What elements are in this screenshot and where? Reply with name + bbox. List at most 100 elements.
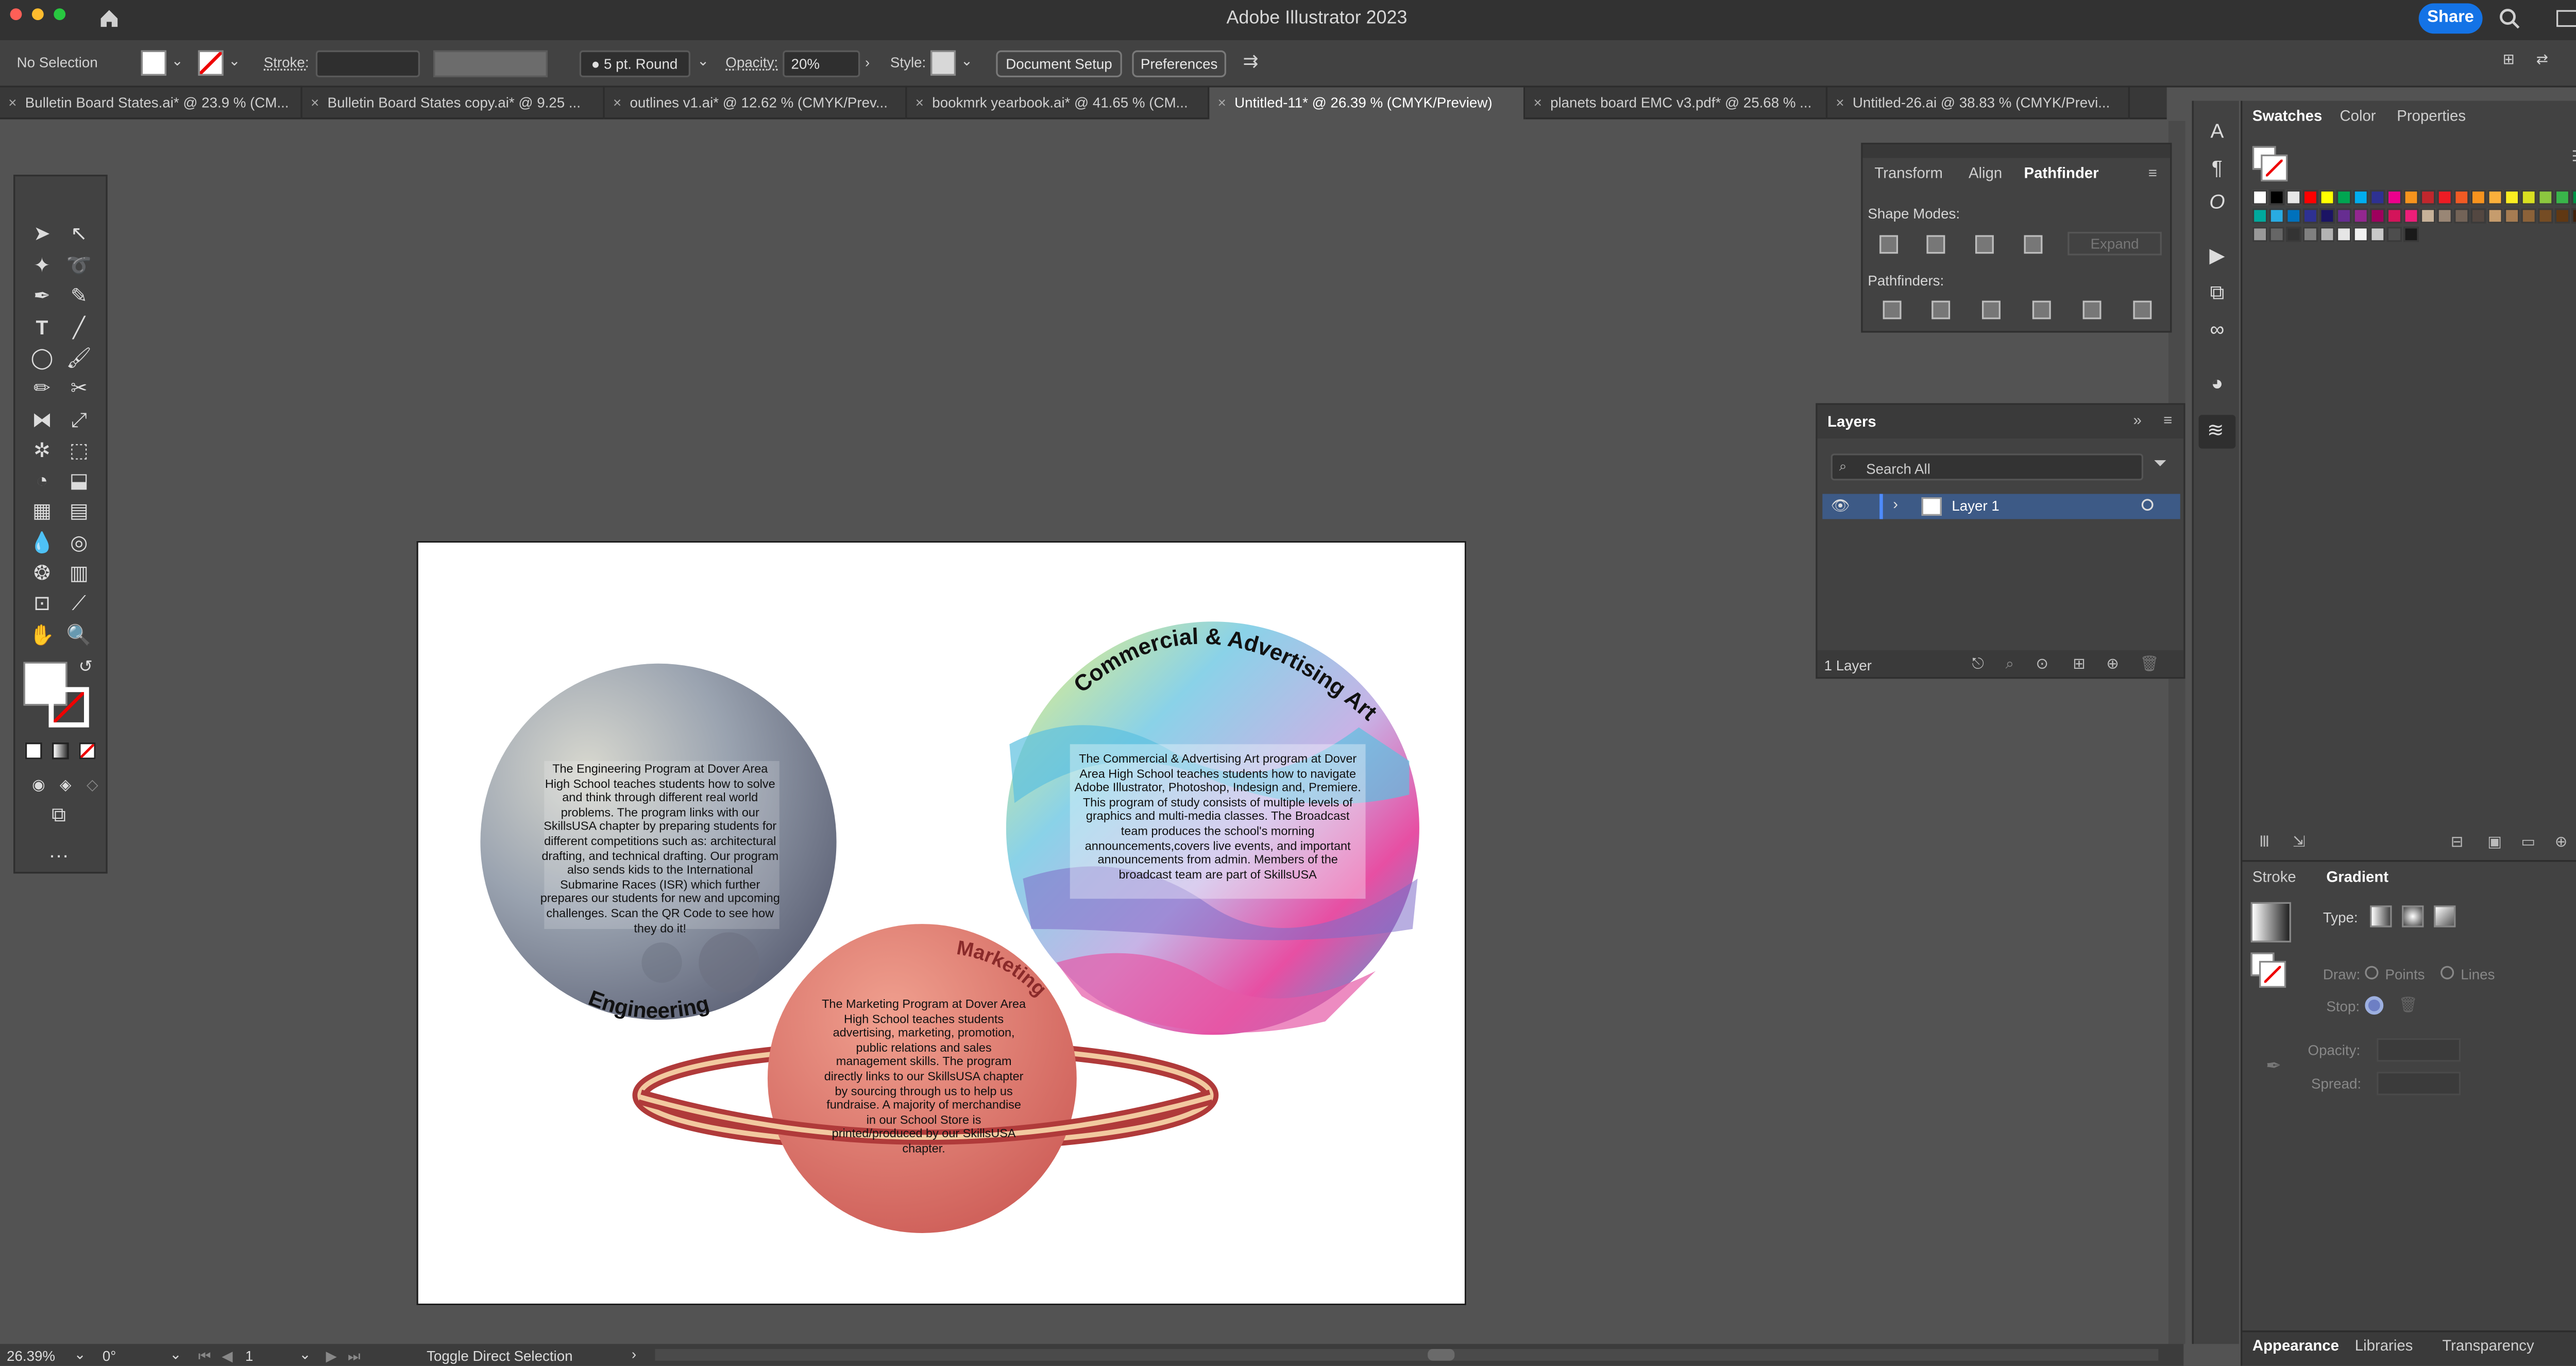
color-swatch[interactable] <box>2470 208 2486 224</box>
direct-selection-tool-icon[interactable]: ↖ <box>65 220 92 247</box>
color-swatch[interactable] <box>2252 190 2268 205</box>
color-swatch[interactable] <box>2252 227 2268 242</box>
artboard-tool-icon[interactable]: ⊡ <box>28 589 55 616</box>
place-swatch-icon[interactable]: ⇲ <box>2293 833 2306 852</box>
opacity-field[interactable]: 20% <box>783 50 860 77</box>
layer-name[interactable]: Layer 1 <box>1952 497 1999 514</box>
color-swatch[interactable] <box>2420 190 2436 205</box>
artboard[interactable]: Engineering Commercial & Advertising Art… <box>416 541 1467 1306</box>
color-swatch[interactable] <box>2571 190 2576 205</box>
color-swatch[interactable] <box>2319 227 2335 242</box>
panel-header[interactable] <box>1862 144 2171 158</box>
draw-behind-icon[interactable]: ◈ <box>52 771 79 798</box>
color-swatch[interactable] <box>2386 227 2402 242</box>
color-swatch[interactable] <box>2353 190 2368 205</box>
tab-gradient[interactable]: Gradient <box>2326 869 2388 886</box>
chevron-down-icon[interactable]: ⌄ <box>172 52 183 71</box>
doc-tab[interactable]: × outlines v1.ai* @ 12.62 % (CMYK/Prev... <box>605 87 907 120</box>
outline-icon[interactable] <box>2082 300 2102 319</box>
symbol-sprayer-tool-icon[interactable]: ❂ <box>28 560 55 586</box>
swatch-libraries-icon[interactable]: Ⅲ <box>2259 833 2269 852</box>
color-swatch[interactable] <box>2403 190 2419 205</box>
close-icon[interactable]: × <box>1836 94 1844 111</box>
stroke-swatch-small[interactable] <box>2259 960 2286 988</box>
color-swatch[interactable] <box>2403 227 2419 242</box>
search-icon[interactable] <box>2498 7 2521 30</box>
close-icon[interactable]: × <box>311 94 319 111</box>
doc-tab[interactable]: × planets board EMC v3.pdf* @ 25.68 % ... <box>1525 87 1828 120</box>
close-icon[interactable]: × <box>1218 94 1226 111</box>
actions-panel-icon[interactable]: ▶ <box>2204 242 2230 268</box>
unite-icon[interactable] <box>1879 235 1899 254</box>
chevron-right-icon[interactable]: › <box>1893 496 1898 513</box>
stroke-swatch-preview[interactable] <box>2261 154 2288 182</box>
color-swatch[interactable] <box>2571 208 2576 224</box>
linear-gradient-icon[interactable] <box>2370 905 2392 927</box>
variable-width-profile[interactable] <box>433 50 548 77</box>
points-radio[interactable] <box>2365 966 2379 980</box>
tab-align[interactable]: Align <box>1969 164 2002 181</box>
color-swatch[interactable] <box>2470 190 2486 205</box>
doc-tab-active[interactable]: × Untitled-11* @ 26.39 % (CMYK/Preview) <box>1209 87 1526 120</box>
gradient-preview[interactable] <box>2250 902 2291 942</box>
tab-pathfinder[interactable]: Pathfinder <box>2024 164 2099 181</box>
gradient-opacity-field[interactable] <box>2377 1038 2461 1062</box>
artboard-number[interactable]: 1 <box>245 1347 253 1364</box>
new-sublayer-icon[interactable]: ⊞ <box>2073 655 2086 673</box>
doc-tab[interactable]: × bookmrk yearbook.ai* @ 41.65 % (CM... <box>907 87 1210 120</box>
character-panel-icon[interactable]: A <box>2204 117 2230 144</box>
tab-stroke[interactable]: Stroke <box>2252 869 2296 886</box>
search-icon[interactable]: ⌕ <box>2006 655 2014 673</box>
lasso-tool-icon[interactable]: ➰ <box>65 252 92 279</box>
next-artboard-icon[interactable]: ▶ <box>326 1347 336 1366</box>
scrollbar-thumb[interactable] <box>1428 1348 1455 1361</box>
color-swatch[interactable] <box>2336 227 2352 242</box>
color-swatch[interactable] <box>2538 208 2553 224</box>
panel-menu-icon[interactable]: ≡ <box>2148 164 2157 181</box>
reflect-tool-icon[interactable]: ⧓ <box>28 407 55 433</box>
color-swatch[interactable] <box>2269 208 2284 224</box>
color-swatch[interactable] <box>2302 208 2318 224</box>
scale-tool-icon[interactable]: ⤢ <box>65 407 92 433</box>
layers-search-field[interactable]: ⌕ Search All <box>1831 453 2144 481</box>
preferences-button[interactable]: Preferences <box>1132 50 1226 77</box>
color-swatch[interactable] <box>2437 190 2452 205</box>
radial-gradient-icon[interactable] <box>2402 905 2424 927</box>
color-swatch[interactable] <box>2336 190 2352 205</box>
color-swatch[interactable] <box>2403 208 2419 224</box>
color-swatch[interactable] <box>2319 208 2335 224</box>
new-layer-icon[interactable]: ⊕ <box>2106 655 2119 673</box>
fill-color-swatch[interactable] <box>141 50 166 76</box>
color-swatch[interactable] <box>2353 208 2368 224</box>
gradient-tool-icon[interactable]: ▤ <box>65 497 92 524</box>
chevron-right-icon[interactable]: › <box>865 54 870 71</box>
color-swatch[interactable] <box>2353 227 2368 242</box>
close-icon[interactable]: × <box>916 94 924 111</box>
stroke-color-swatch[interactable] <box>198 50 224 76</box>
color-swatch[interactable] <box>2437 208 2452 224</box>
color-swatch[interactable] <box>2554 208 2570 224</box>
scissors-tool-icon[interactable]: ✂ <box>65 375 92 401</box>
swap-fill-stroke-icon[interactable]: ↺ <box>72 655 99 682</box>
layers-panel-icon[interactable]: ≋ <box>2198 415 2236 449</box>
layers-title[interactable]: Layers <box>1827 413 1876 430</box>
doc-tab[interactable]: × Untitled-26.ai @ 38.83 % (CMYK/Previ... <box>1827 87 2130 120</box>
tab-swatches[interactable]: Swatches <box>2252 108 2322 125</box>
color-mode-icon[interactable] <box>25 743 42 760</box>
swatch-grid[interactable] <box>2252 190 2576 291</box>
filter-icon[interactable]: ⏷ <box>2154 456 2167 474</box>
lines-radio[interactable] <box>2441 966 2454 980</box>
draw-inside-icon[interactable]: ◇ <box>79 771 106 798</box>
color-swatch[interactable] <box>2269 190 2284 205</box>
visibility-eye-icon[interactable]: 👁 <box>1831 497 1850 516</box>
mesh-tool-icon[interactable]: ▦ <box>28 497 55 524</box>
column-graph-tool-icon[interactable]: ▥ <box>65 560 92 586</box>
align-icon[interactable]: ⊞ <box>2503 50 2515 69</box>
minus-back-icon[interactable] <box>2133 300 2152 319</box>
color-swatch[interactable] <box>2370 208 2385 224</box>
none-mode-icon[interactable] <box>79 743 96 760</box>
links-panel-icon[interactable]: ∞ <box>2204 316 2230 343</box>
layer-row[interactable]: 👁 › Layer 1 <box>1822 494 2180 519</box>
tab-appearance[interactable]: Appearance <box>2252 1337 2339 1354</box>
chevron-down-icon[interactable]: ⌄ <box>228 52 240 71</box>
